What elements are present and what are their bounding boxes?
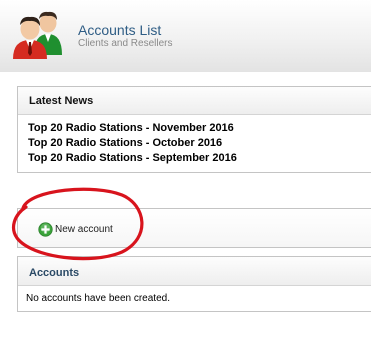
latest-news-title: Latest News (18, 87, 371, 115)
new-account-button[interactable]: New account (38, 221, 113, 237)
news-item[interactable]: Top 20 Radio Stations - September 2016 (28, 151, 371, 166)
page-title: Accounts List (78, 22, 162, 38)
news-item[interactable]: Top 20 Radio Stations - November 2016 (28, 121, 371, 136)
page-header: Accounts List Clients and Resellers (0, 0, 371, 72)
accounts-title: Accounts (18, 257, 371, 286)
latest-news-panel: Latest News Top 20 Radio Stations - Nove… (17, 86, 371, 173)
new-account-label: New account (55, 223, 113, 235)
accounts-toolbar: New account (17, 208, 371, 248)
empty-accounts-message: No accounts have been created. (26, 293, 170, 304)
news-item[interactable]: Top 20 Radio Stations - October 2016 (28, 136, 371, 151)
accounts-panel: Accounts No accounts have been created. (17, 256, 371, 312)
page-subtitle: Clients and Resellers (78, 38, 173, 49)
plus-circle-icon (38, 221, 53, 237)
news-list: Top 20 Radio Stations - November 2016 To… (18, 115, 371, 166)
users-icon (13, 11, 62, 59)
